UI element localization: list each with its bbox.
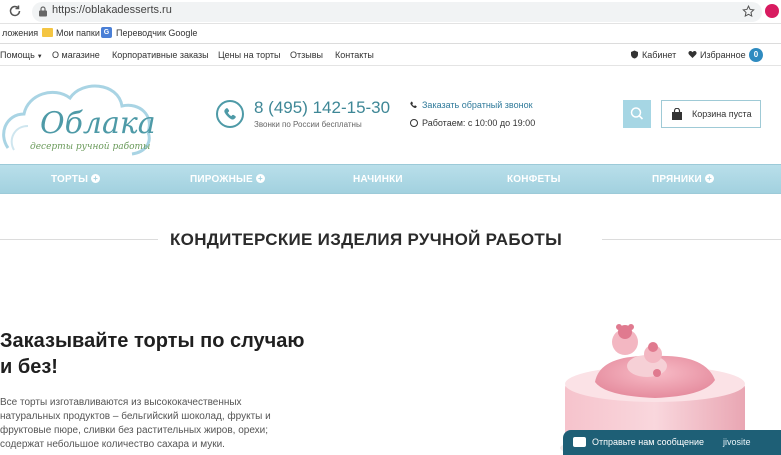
topnav-corporate[interactable]: Корпоративные заказы — [112, 50, 209, 60]
user-shield-icon — [631, 50, 638, 59]
topnav-favorites[interactable]: Избранное — [700, 50, 746, 60]
bookmark-star-icon[interactable] — [742, 5, 755, 18]
chevron-down-icon: ▼ — [36, 54, 43, 60]
site-top-nav: Помощь ▼ О магазине Корпоративные заказы … — [0, 44, 781, 66]
cart-label: Корзина пуста — [692, 109, 752, 119]
category-label: КОНФЕТЫ — [507, 174, 561, 185]
profile-avatar-icon[interactable] — [765, 4, 779, 18]
topnav-prices[interactable]: Цены на торты — [218, 50, 281, 60]
topnav-help[interactable]: Помощь ▼ — [0, 50, 43, 60]
hero-title: Заказывайте торты по случаю и без! — [0, 330, 305, 378]
expand-plus-icon[interactable]: + — [704, 174, 714, 183]
topnav-help-label: Помощь — [0, 50, 35, 60]
chat-bubble-icon — [573, 437, 586, 447]
category-cakes[interactable]: ТОРТЫ + — [51, 174, 101, 185]
folder-icon — [42, 28, 53, 37]
browser-address-bar: https://oblakadesserts.ru — [0, 0, 781, 24]
url-text[interactable]: https://oblakadesserts.ru — [52, 4, 172, 16]
category-nav: ТОРТЫ + ПИРОЖНЫЕ + НАЧИНКИ КОНФЕТЫ ПРЯНИКИ… — [0, 164, 781, 194]
google-translate-icon: G — [101, 27, 112, 38]
site-header: Облака десерты ручной работы 8 (495) 142… — [0, 66, 781, 164]
phone-small-icon — [410, 101, 417, 109]
shopping-bag-icon — [672, 108, 682, 120]
cart-button[interactable]: Корзина пуста — [661, 100, 761, 128]
divider — [602, 239, 781, 240]
category-pastries[interactable]: ПИРОЖНЫЕ + — [190, 174, 265, 185]
category-gingerbread[interactable]: ПРЯНИКИ + — [652, 174, 714, 185]
chat-brand: jivosite — [723, 437, 751, 447]
logo[interactable]: Облака десерты ручной работы — [0, 70, 156, 162]
chat-label: Отправьте нам сообщение — [592, 437, 705, 447]
category-candies[interactable]: КОНФЕТЫ — [507, 174, 561, 185]
heart-icon — [688, 51, 697, 58]
callback-link[interactable]: Заказать обратный звонок — [422, 100, 533, 110]
category-label: ТОРТЫ — [51, 174, 89, 185]
category-label: НАЧИНКИ — [353, 174, 403, 185]
category-fillings[interactable]: НАЧИНКИ — [353, 174, 403, 185]
logo-subtitle: десерты ручной работы — [30, 142, 151, 152]
logo-title: Облака — [40, 106, 156, 141]
topnav-cabinet[interactable]: Кабинет — [642, 50, 676, 60]
bookmark-my-folders[interactable]: Мои папки — [56, 28, 100, 38]
topnav-about[interactable]: О магазине — [52, 50, 100, 60]
section-title: КОНДИТЕРСКИЕ ИЗДЕЛИЯ РУЧНОЙ РАБОТЫ — [170, 230, 563, 249]
topnav-contacts[interactable]: Контакты — [335, 50, 374, 60]
topnav-reviews[interactable]: Отзывы — [290, 50, 323, 60]
chat-widget[interactable]: Отправьте нам сообщение jivosite — [563, 430, 781, 455]
phone-number[interactable]: 8 (495) 142-15-30 — [254, 98, 390, 118]
search-icon — [630, 107, 644, 120]
bookmarks-bar: ложения Мои папки G Переводчик Google — [0, 24, 781, 44]
expand-plus-icon[interactable]: + — [255, 174, 265, 183]
hero-description: Все торты изготавливаются из высококачес… — [0, 397, 271, 450]
lock-icon[interactable] — [38, 6, 48, 17]
divider — [0, 239, 158, 240]
clock-icon — [410, 119, 418, 127]
bookmark-google-translate[interactable]: Переводчик Google — [116, 28, 197, 38]
phone-note: Звонки по России бесплатны — [254, 120, 362, 129]
phone-icon — [216, 100, 244, 128]
search-button[interactable] — [623, 100, 651, 128]
favorites-count-badge: 0 — [749, 48, 763, 62]
category-label: ПРЯНИКИ — [652, 174, 702, 185]
expand-plus-icon[interactable]: + — [91, 174, 101, 183]
reload-icon[interactable] — [8, 4, 22, 18]
bookmark-apps[interactable]: ложения — [2, 28, 38, 38]
working-hours: Работаем: с 10:00 до 19:00 — [422, 118, 536, 128]
category-label: ПИРОЖНЫЕ — [190, 174, 253, 185]
